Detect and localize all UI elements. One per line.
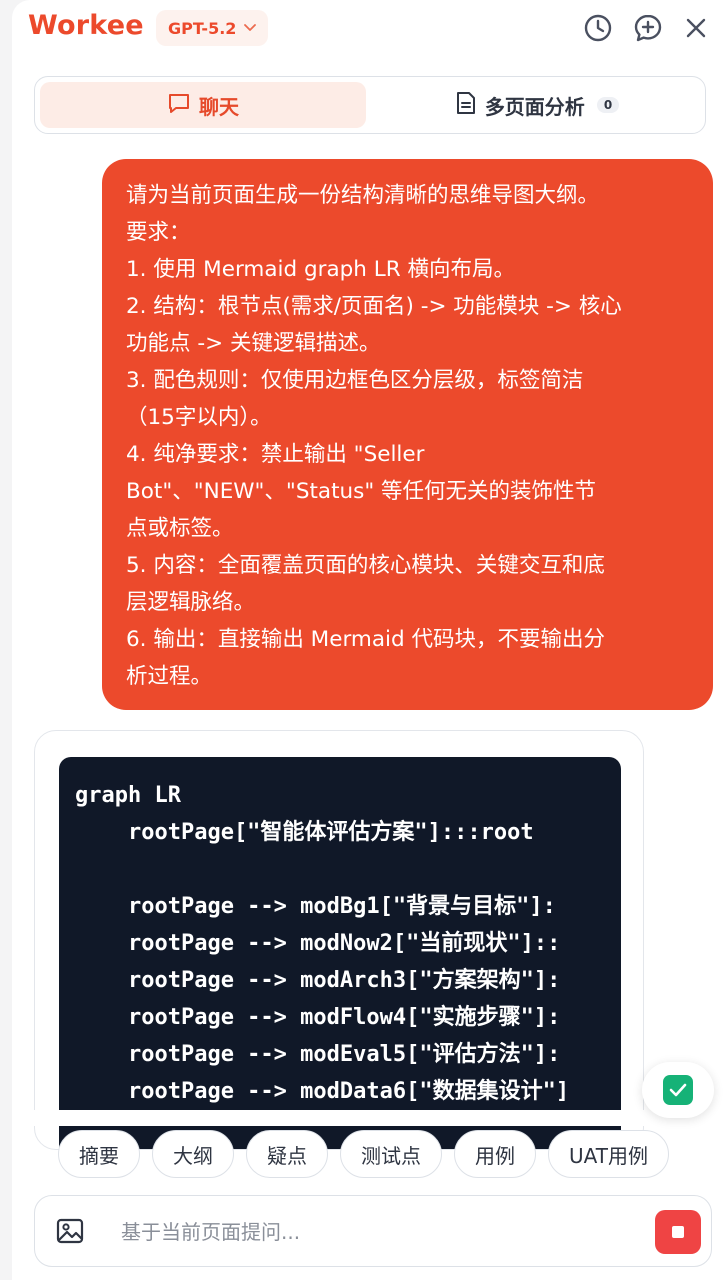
message-line: 要求：	[126, 220, 191, 245]
chip-summary[interactable]: 摘要	[58, 1130, 140, 1178]
close-icon[interactable]	[680, 12, 712, 44]
message-line: 3. 配色规则：仅使用边框色区分层级，标签简洁	[126, 368, 584, 393]
tab-chat[interactable]: 聊天	[40, 82, 366, 128]
message-line: 点或标签。	[126, 516, 234, 541]
message-line: 请为当前页面生成一份结构清晰的思维导图大纲。	[126, 183, 600, 208]
chip-questions[interactable]: 疑点	[246, 1130, 328, 1178]
code-line: rootPage --> modData6["数据集设计"]	[75, 1079, 570, 1104]
message-line: 析过程。	[126, 664, 213, 689]
document-icon	[455, 91, 477, 120]
assistant-panel: Workee GPT-5.2 聊天 多页面分析 0 请为当前页面生成一份结构清晰…	[12, 0, 728, 1280]
stop-icon	[672, 1226, 684, 1238]
message-line: 2. 结构：根节点(需求/页面名) -> 功能模块 -> 核心	[126, 294, 622, 319]
message-line: 6. 输出：直接输出 Mermaid 代码块，不要输出分	[126, 627, 605, 652]
question-input[interactable]	[119, 1214, 619, 1250]
code-line: rootPage --> modFlow4["实施步骤"]:	[75, 1005, 561, 1030]
message-line: 5. 内容：全面覆盖页面的核心模块、关键交互和底	[126, 553, 605, 578]
message-line: 层逻辑脉络。	[126, 590, 256, 615]
model-selector[interactable]: GPT-5.2	[156, 10, 269, 46]
tab-multi-page-label: 多页面分析	[484, 94, 585, 119]
message-line: （15字以内）。	[126, 405, 272, 430]
message-line: 4. 纯净要求：禁止输出 "Seller	[126, 442, 425, 467]
header: Workee GPT-5.2	[12, 0, 728, 60]
scroll-edge	[12, 1110, 728, 1126]
tab-multi-page-analysis[interactable]: 多页面分析 0	[374, 82, 700, 128]
composer	[34, 1195, 712, 1267]
chip-test-points[interactable]: 测试点	[340, 1130, 442, 1178]
count-badge: 0	[596, 97, 620, 113]
new-chat-icon[interactable]	[632, 12, 664, 44]
message-line: 功能点 -> 关键逻辑描述。	[126, 331, 381, 356]
code-line: rootPage --> modNow2["当前现状"]::	[75, 931, 561, 956]
brand-logo: Workee	[28, 10, 144, 41]
message-line: 1. 使用 Mermaid graph LR 横向布局。	[126, 257, 516, 282]
confirm-toggle-button[interactable]	[642, 1062, 714, 1118]
message-line: Bot"、"NEW"、"Status" 等任何无关的装饰性节	[126, 479, 597, 504]
chevron-down-icon	[244, 20, 257, 36]
clock-icon[interactable]	[582, 12, 614, 44]
tab-chat-label: 聊天	[199, 94, 239, 119]
stop-button[interactable]	[655, 1210, 701, 1254]
user-message-bubble: 请为当前页面生成一份结构清晰的思维导图大纲。 要求： 1. 使用 Mermaid…	[102, 159, 713, 710]
code-line: graph LR	[75, 783, 181, 808]
tab-bar: 聊天 多页面分析 0	[34, 76, 706, 134]
checkbox-icon	[663, 1075, 693, 1105]
chip-uat-cases[interactable]: UAT用例	[548, 1130, 669, 1178]
assistant-message-card: graph LR rootPage["智能体评估方案"]:::root root…	[34, 730, 644, 1150]
code-block[interactable]: graph LR rootPage["智能体评估方案"]:::root root…	[59, 757, 621, 1149]
code-line: rootPage --> modBg1["背景与目标"]:	[75, 894, 556, 919]
code-line: rootPage["智能体评估方案"]:::root	[75, 820, 534, 845]
chip-outline[interactable]: 大纲	[152, 1130, 234, 1178]
quick-actions: 摘要 大纲 疑点 测试点 用例 UAT用例	[58, 1130, 669, 1178]
code-line: rootPage --> modArch3["方案架构"]:	[75, 968, 561, 993]
image-icon[interactable]	[55, 1216, 85, 1246]
code-line: rootPage --> modEval5["评估方法"]:	[75, 1042, 561, 1067]
chat-icon	[167, 91, 191, 120]
model-label: GPT-5.2	[168, 18, 237, 38]
chip-use-cases[interactable]: 用例	[454, 1130, 536, 1178]
